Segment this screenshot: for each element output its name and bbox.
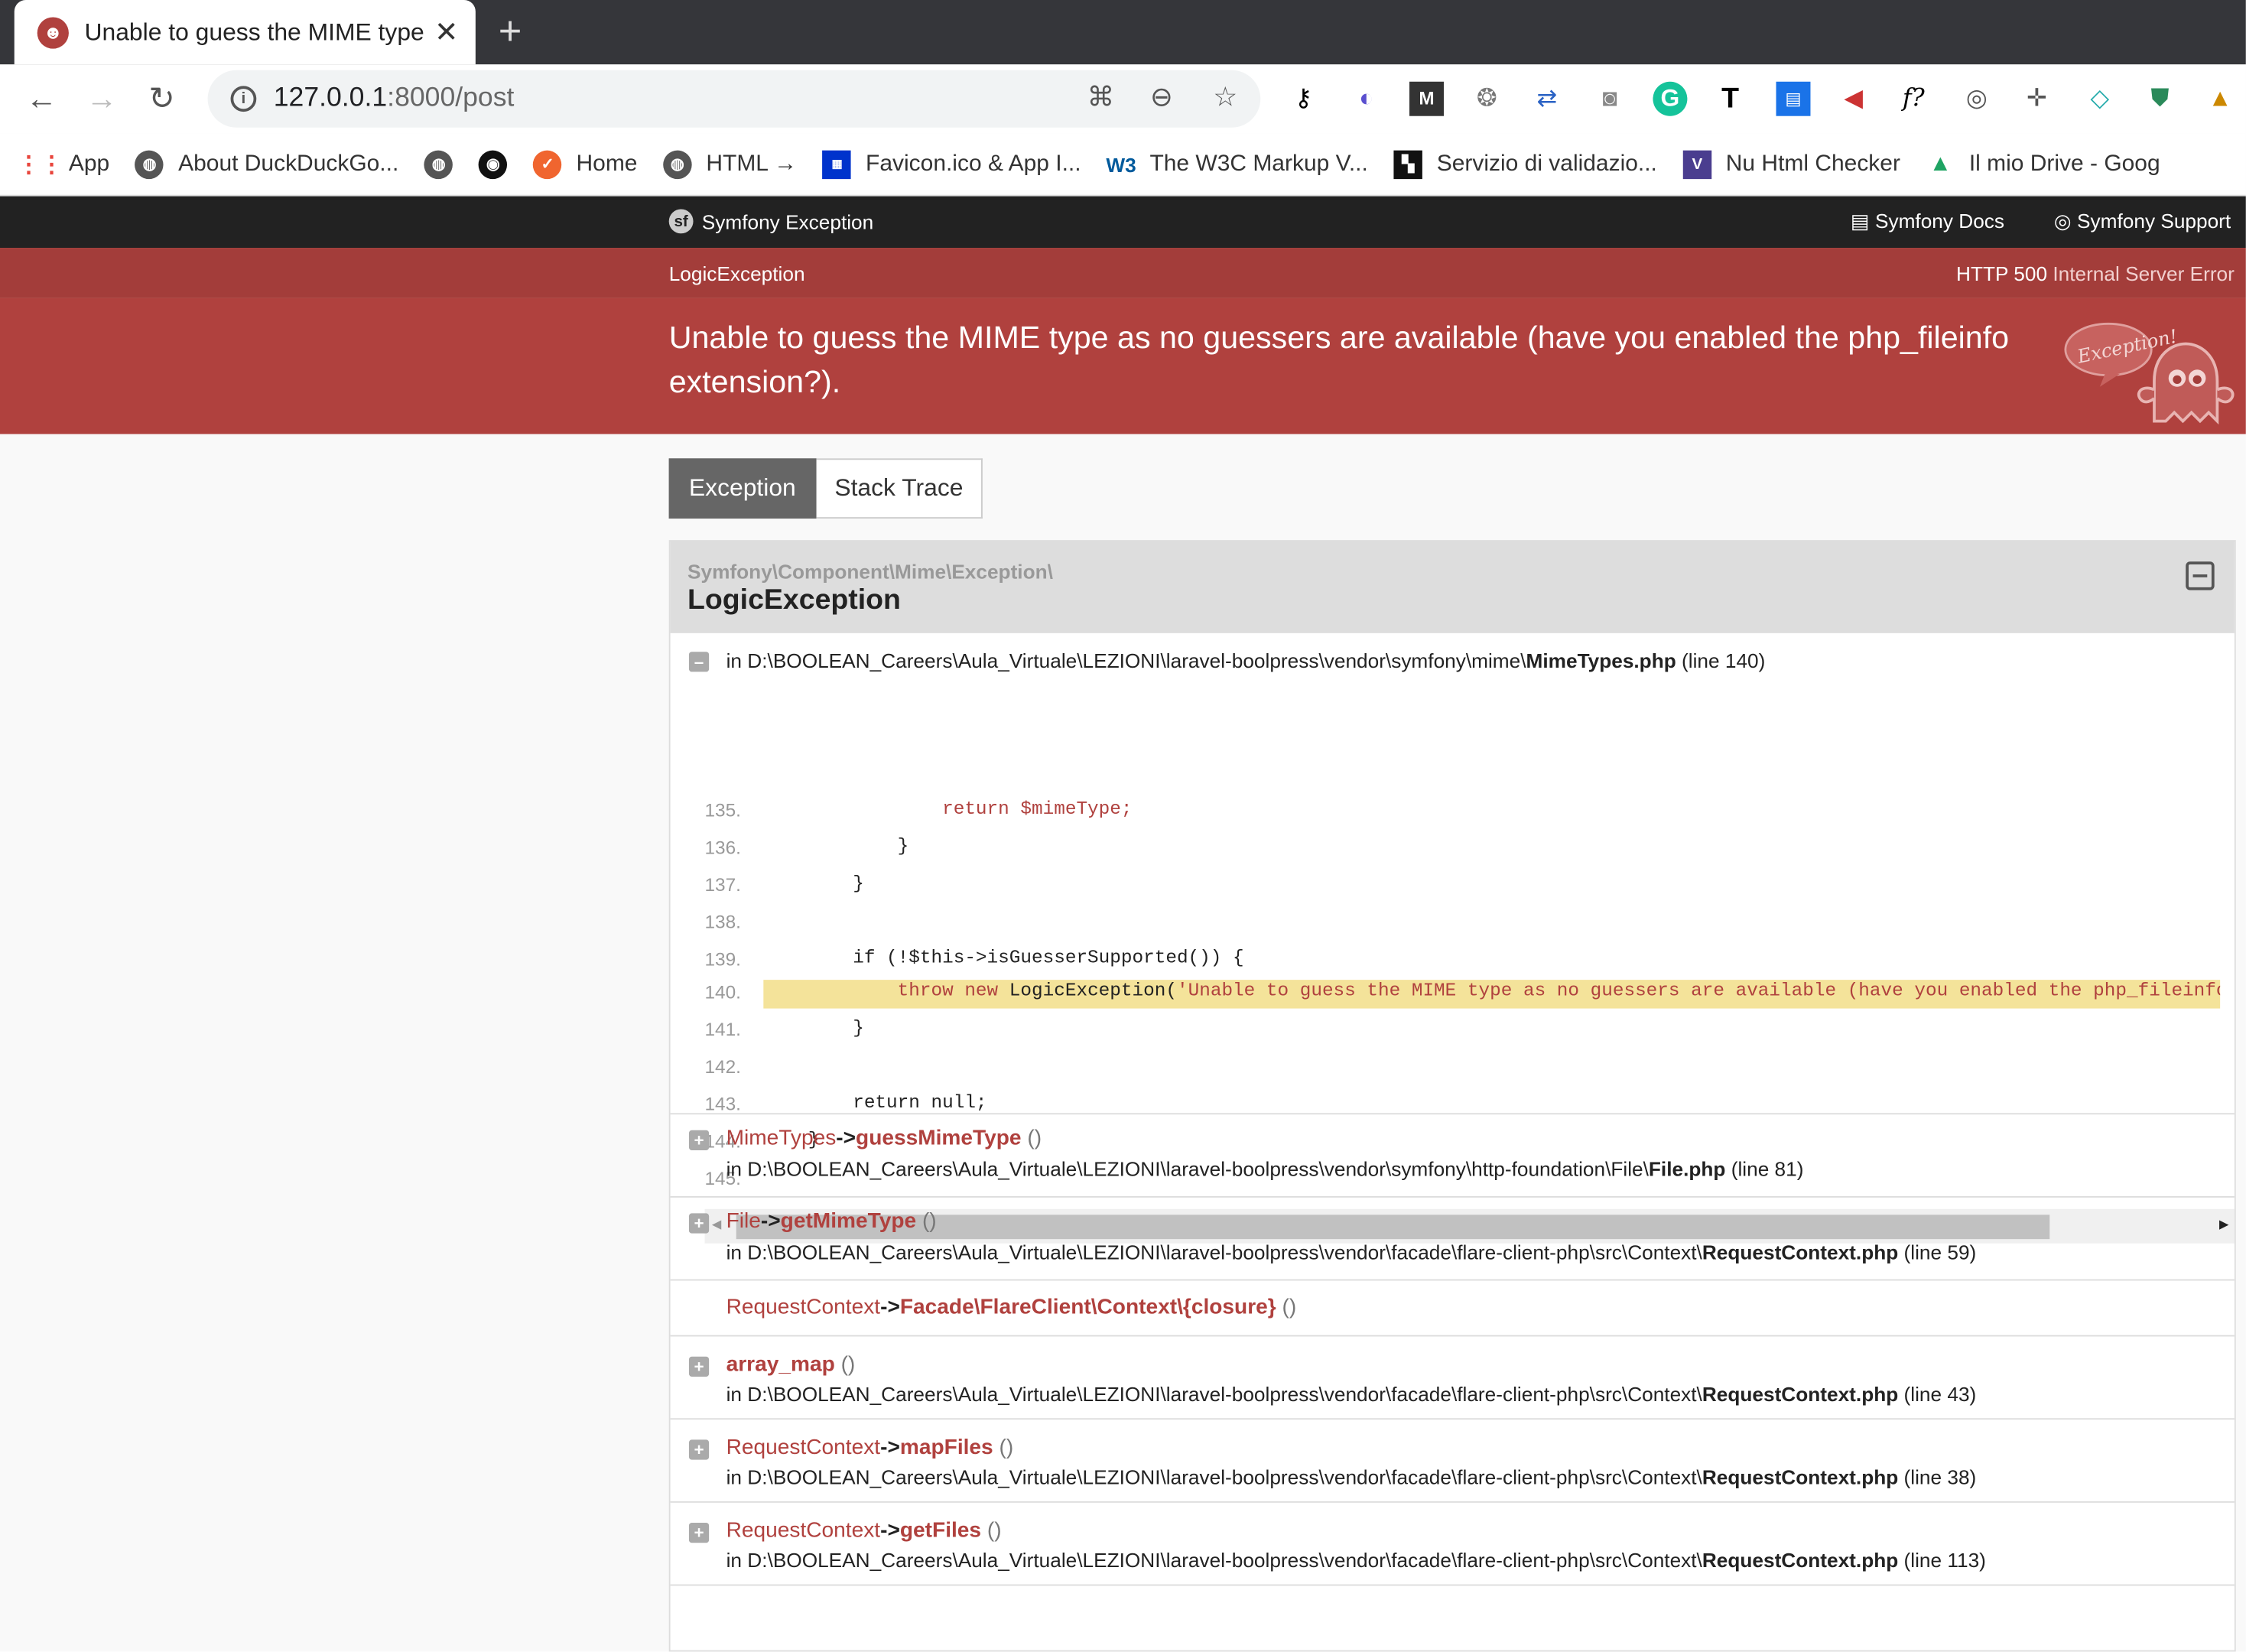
exception-panel: Symfony\Component\Mime\Exception\ LogicE… [668, 540, 2236, 1652]
exception-panel-header: Symfony\Component\Mime\Exception\ LogicE… [670, 541, 2235, 633]
camera-extension-icon[interactable]: ◙ [1593, 82, 1627, 116]
site-info-icon[interactable]: i [230, 86, 257, 112]
http-status: HTTP 500 Internal Server Error [1956, 262, 2235, 285]
shield-extension-icon[interactable]: ⛊ [2143, 82, 2177, 116]
expand-icon[interactable]: + [688, 1356, 710, 1377]
home-bookmark-icon: ✓ [533, 149, 562, 179]
text-extension-icon[interactable]: T [1713, 82, 1747, 116]
code-line: 139. if (!$this->isGuesserSupported()) { [704, 947, 1244, 971]
tab-stack-trace[interactable]: Stack Trace [815, 458, 983, 519]
url-path: :8000/post [387, 83, 515, 113]
exception-ghost-icon: Exception! [2064, 322, 2235, 425]
code-line: 142. [704, 1055, 741, 1078]
browser-tab[interactable]: ☻ Unable to guess the MIME type a ✕ [14, 0, 476, 65]
url-host: 127.0.0.1 [273, 83, 388, 113]
globe-icon: ◍ [135, 149, 164, 179]
bookmark-home[interactable]: ✓ Home [533, 149, 637, 179]
bookmarks-bar: ⋮⋮ App ◍ About DuckDuckGo... ◍ ◉ ✓ Home ◍ HT… [0, 133, 2246, 197]
ghost-favicon-icon: ☻ [37, 16, 69, 48]
w3c-icon: W3 [1106, 152, 1136, 176]
symfony-top-bar: sf Symfony Exception ▤ Symfony Docs ◎ Sym… [0, 196, 2246, 249]
validator-icon: ▚ [1393, 149, 1423, 179]
close-tab-icon[interactable]: ✕ [434, 15, 458, 50]
reader-extension-icon[interactable]: ▤ [1776, 81, 1811, 116]
bookmark-nu-checker[interactable]: V Nu Html Checker [1682, 149, 1900, 179]
trace-item[interactable]: + MimeTypes->guessMimeType () in D:\BOOL… [670, 1114, 2235, 1198]
trace-file-path: in D:\BOOLEAN_Careers\Aula_Virtuale\LEZI… [726, 649, 1766, 672]
exception-tabs: Exception Stack Trace [668, 458, 983, 519]
trace-item[interactable]: + RequestContext->mapFiles () in D:\BOOL… [670, 1419, 2235, 1503]
expand-icon[interactable]: + [688, 1130, 710, 1151]
highlighted-code-line: 140. throw new LogicException('Unable to… [687, 976, 2221, 1009]
collapse-source-icon[interactable]: – [688, 652, 710, 672]
code-line: 141. } [704, 1016, 864, 1040]
symfony-brand: sf Symfony Exception [668, 209, 873, 234]
trace-item: RequestContext->Facade\FlareClient\Conte… [670, 1280, 2235, 1337]
exception-namespace: Symfony\Component\Mime\Exception\ [687, 560, 1053, 584]
lifebuoy-icon: ◎ [2053, 209, 2078, 233]
nu-checker-icon: V [1682, 149, 1712, 179]
symfony-logo-icon: sf [668, 209, 694, 234]
browser-tab-strip: ☻ Unable to guess the MIME type a ✕ + [0, 0, 2246, 65]
font-extension-icon[interactable]: f? [1897, 82, 1931, 116]
grammarly-icon[interactable]: G [1653, 81, 1688, 116]
code-line: 138. [704, 911, 741, 933]
exception-class-label: LogicException [668, 262, 805, 285]
translate-extension-icon[interactable]: ⇄ [1529, 82, 1564, 116]
trace-item[interactable]: + RequestContext->getFiles () in D:\BOOL… [670, 1503, 2235, 1586]
bookmark-drive[interactable]: ▲ Il mio Drive - Goog [1926, 150, 2160, 178]
bookmark-github[interactable]: ◉ [479, 149, 508, 179]
target-extension-icon[interactable]: ◎ [1959, 82, 1994, 116]
code-line: 135. return $mimeType; [704, 798, 1133, 821]
exception-status-bar: LogicException HTTP 500 Internal Server … [0, 248, 2246, 298]
globe-icon: ◍ [424, 149, 453, 179]
trace-item[interactable]: + array_map () in D:\BOOLEAN_Careers\Aul… [670, 1337, 2235, 1420]
exception-message-header: Unable to guess the MIME type as no gues… [0, 298, 2246, 434]
expand-icon[interactable]: + [688, 1522, 710, 1543]
extension-icon[interactable]: ◐ [1349, 82, 1383, 116]
globe-icon: ◍ [663, 149, 692, 179]
zoom-icon[interactable]: ⊖ [1150, 82, 1173, 115]
bookmark-star-icon[interactable]: ☆ [1213, 82, 1237, 115]
bookmark-html[interactable]: ◍ HTML → [663, 149, 797, 179]
reload-icon[interactable]: ↻ [132, 80, 192, 118]
key-extension-icon[interactable]: ⚷ [1286, 82, 1321, 116]
trace-item[interactable]: + File->getMimeType () in D:\BOOLEAN_Car… [670, 1198, 2235, 1281]
expand-icon[interactable]: + [688, 1439, 710, 1460]
back-icon[interactable]: ← [11, 80, 72, 118]
bookmark-duckduckgo[interactable]: ◍ About DuckDuckGo... [135, 149, 398, 179]
code-line: 136. } [704, 834, 909, 858]
megaphone-extension-icon[interactable]: ◀ [1836, 82, 1871, 116]
github-icon: ◉ [479, 149, 508, 179]
symfony-docs-link[interactable]: ▤ Symfony Docs [1851, 209, 2004, 233]
bookmark-favicon[interactable]: ▦ Favicon.ico & App I... [822, 149, 1081, 179]
expand-icon[interactable]: + [688, 1213, 710, 1234]
tab-exception[interactable]: Exception [668, 458, 816, 519]
browser-toolbar: ← → ↻ i 127.0.0.1:8000/post ⌘ ⊖ ☆ ⚷ ◐ M … [0, 64, 2246, 134]
gem-extension-icon[interactable]: ◇ [2082, 82, 2117, 116]
exception-message: Unable to guess the MIME type as no gues… [668, 319, 2010, 400]
code-line: 137. } [704, 872, 864, 896]
apps-grid-icon: ⋮⋮ [17, 152, 63, 177]
book-icon: ▤ [1850, 209, 1875, 233]
measure-extension-icon[interactable]: ✛ [2020, 82, 2054, 116]
symfony-support-link[interactable]: ◎ Symfony Support [2054, 209, 2231, 233]
forward-icon[interactable]: → [72, 80, 132, 118]
bookmark-validator[interactable]: ▚ Servizio di validazio... [1393, 149, 1657, 179]
film-extension-icon[interactable]: ❂ [1470, 82, 1504, 116]
translate-icon[interactable]: ⌘ [1087, 82, 1115, 115]
favicon-bookmark-icon: ▦ [822, 149, 852, 179]
tab-title: Unable to guess the MIME type a [84, 18, 426, 45]
collapse-toggle-icon[interactable] [2186, 561, 2215, 590]
address-bar[interactable]: i 127.0.0.1:8000/post ⌘ ⊖ ☆ [207, 70, 1261, 128]
rocket-extension-icon[interactable]: ▲ [2203, 82, 2238, 116]
bookmark-globe[interactable]: ◍ [424, 149, 453, 179]
google-drive-icon: ▲ [1929, 151, 1952, 176]
bookmark-w3c[interactable]: W3 The W3C Markup V... [1106, 150, 1367, 178]
bookmark-apps[interactable]: ⋮⋮ App [17, 150, 109, 178]
mail-extension-icon[interactable]: M [1409, 81, 1444, 116]
new-tab-icon[interactable]: + [499, 8, 522, 54]
exception-class: LogicException [687, 584, 901, 616]
